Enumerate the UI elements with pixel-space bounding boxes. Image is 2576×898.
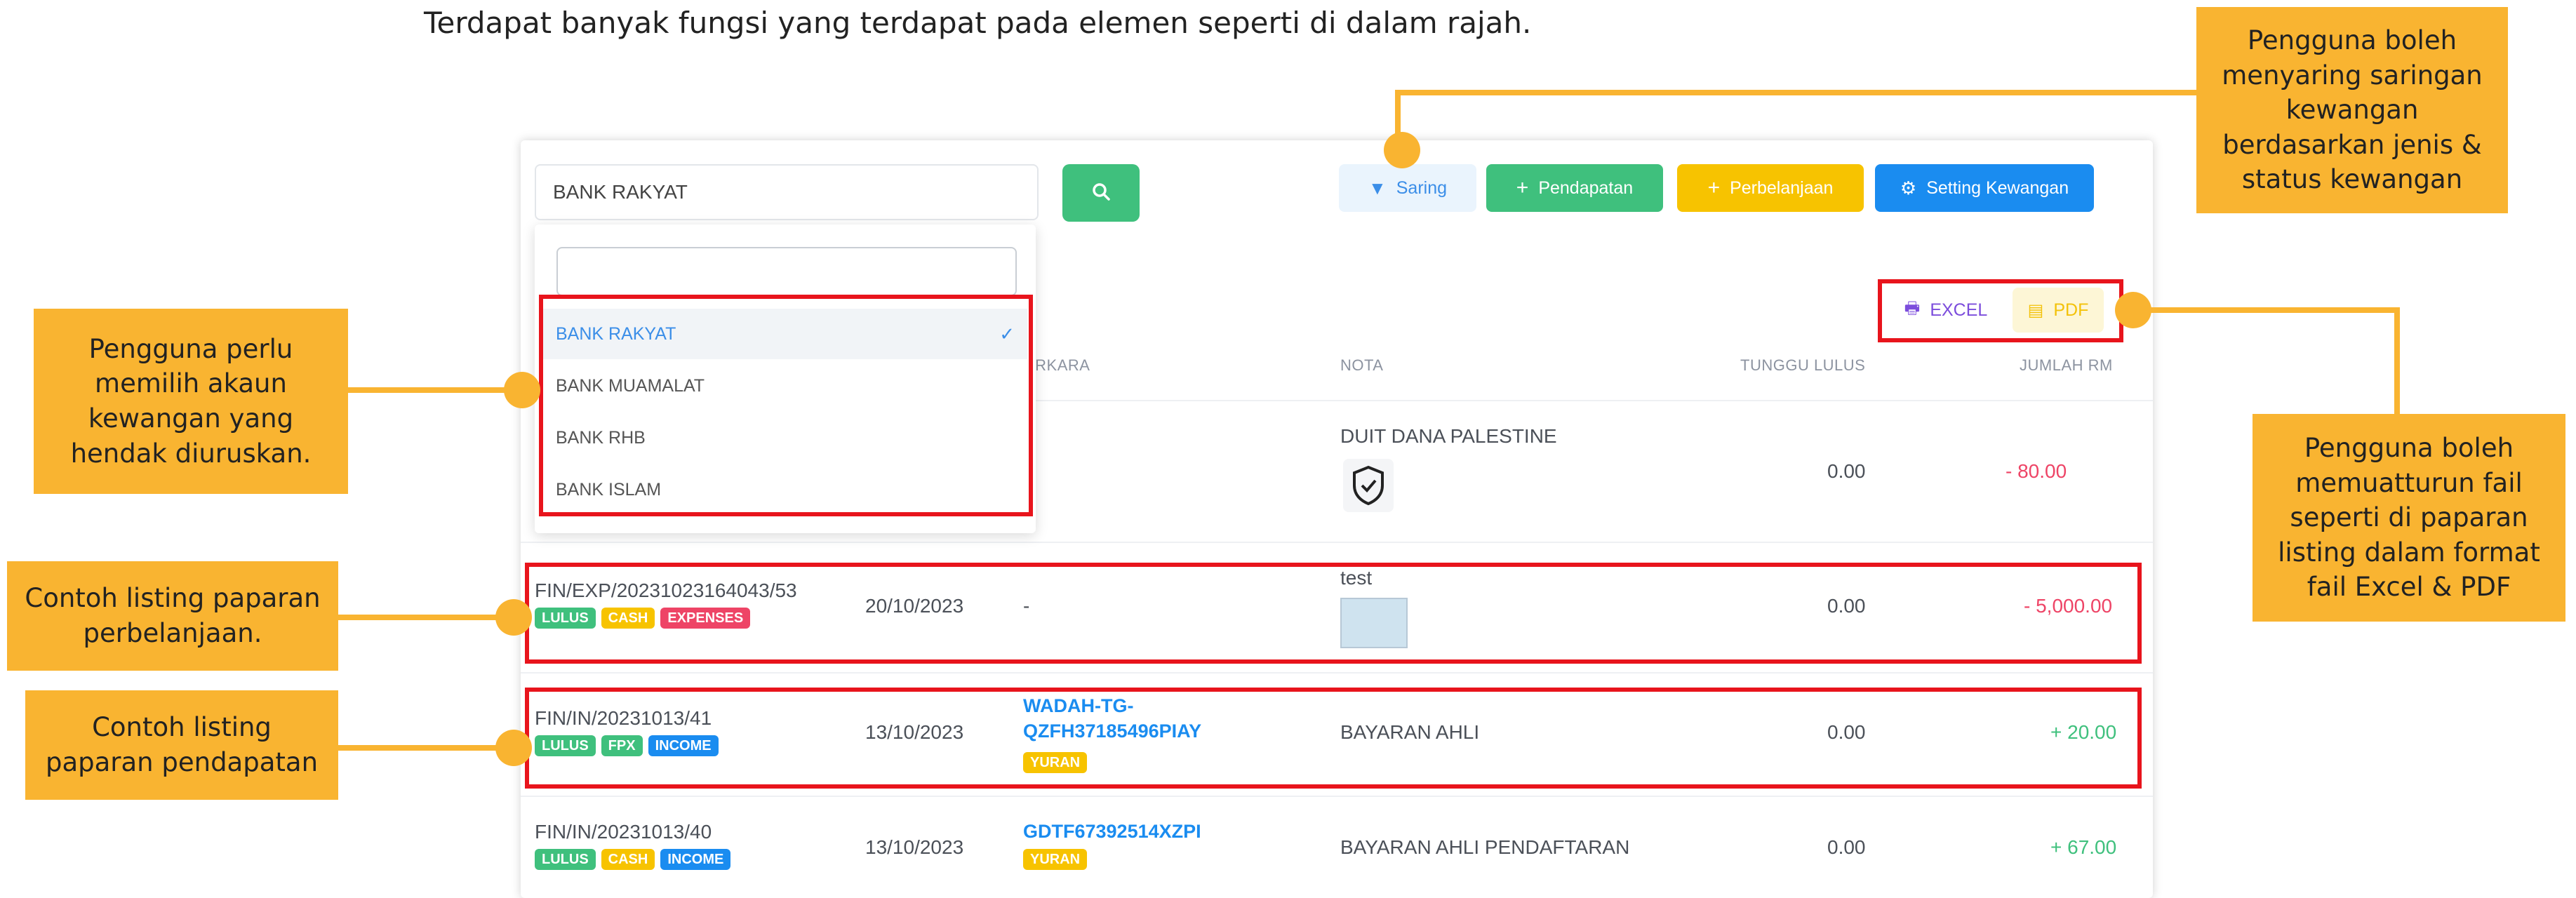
row-perkara-link[interactable]: GDTF67392514XZPI	[1023, 821, 1201, 843]
highlight-expense-row	[525, 563, 2142, 664]
connector-dot	[495, 599, 532, 636]
search-icon	[1091, 182, 1111, 205]
shield-check-icon	[1343, 459, 1394, 512]
callout-export: Pengguna boleh memuatturun fail seperti …	[2253, 414, 2565, 622]
highlight-income-row	[525, 688, 2142, 789]
callout-account: Pengguna perlu memilih akaun kewangan ya…	[34, 309, 348, 494]
status-badge: LULUS	[535, 849, 596, 870]
column-header-pending: TUNGGU LULUS	[1740, 356, 1866, 374]
search-button[interactable]	[1062, 164, 1140, 222]
gears-icon: ⚙	[1900, 177, 1917, 199]
connector-line	[337, 615, 512, 620]
plus-icon: +	[1707, 176, 1721, 199]
row-date: 13/10/2023	[865, 836, 964, 858]
row-pending: 0.00	[1827, 460, 1866, 482]
row-perkara-tag: YURAN	[1023, 849, 1093, 870]
column-header-nota: NOTA	[1340, 356, 1384, 374]
method-badge: CASH	[601, 849, 655, 870]
callout-expense-example: Contoh listing paparan perbelanjaan.	[7, 561, 338, 671]
table-row[interactable]: FIN/IN/20231013/40 LULUS CASH INCOME	[535, 821, 736, 870]
highlight-export-buttons	[1878, 279, 2123, 342]
connector-line	[344, 387, 521, 393]
account-select[interactable]: BANK RAKYAT	[535, 164, 1039, 220]
row-nota: DUIT DANA PALESTINE	[1340, 425, 1557, 447]
type-badge: INCOME	[660, 849, 731, 870]
connector-line	[2126, 307, 2400, 313]
connector-dot	[504, 372, 540, 408]
connector-dot	[495, 730, 532, 766]
connector-line	[1395, 90, 2199, 95]
filter-icon: ▼	[1368, 177, 1387, 199]
finance-settings-button[interactable]: ⚙ Setting Kewangan	[1875, 164, 2094, 212]
connector-dot	[1384, 132, 1420, 168]
divider	[521, 542, 2153, 543]
column-header-amount: JUMLAH RM	[2020, 356, 2113, 374]
callout-filter: Pengguna boleh menyaring saringan kewang…	[2196, 7, 2508, 213]
row-amount: - 80.00	[2006, 460, 2067, 482]
page-heading: Terdapat banyak fungsi yang terdapat pad…	[424, 6, 1532, 40]
dropdown-search-input[interactable]	[556, 247, 1017, 296]
divider	[521, 796, 2153, 797]
connector-dot	[2115, 292, 2151, 328]
add-expense-button[interactable]: + Perbelanjaan	[1677, 164, 1864, 212]
connector-line	[2394, 307, 2400, 415]
row-amount: + 67.00	[2050, 836, 2117, 858]
row-pending: 0.00	[1827, 836, 1866, 858]
plus-icon: +	[1516, 176, 1529, 199]
divider	[521, 672, 2153, 674]
connector-line	[338, 745, 512, 751]
add-income-button[interactable]: + Pendapatan	[1486, 164, 1663, 212]
highlight-account-options	[539, 295, 1033, 516]
callout-income-example: Contoh listing paparan pendapatan	[25, 690, 338, 800]
row-id: FIN/IN/20231013/40	[535, 821, 712, 843]
filter-button[interactable]: ▼ Saring	[1339, 164, 1476, 212]
row-nota: BAYARAN AHLI PENDAFTARAN	[1340, 836, 1630, 858]
